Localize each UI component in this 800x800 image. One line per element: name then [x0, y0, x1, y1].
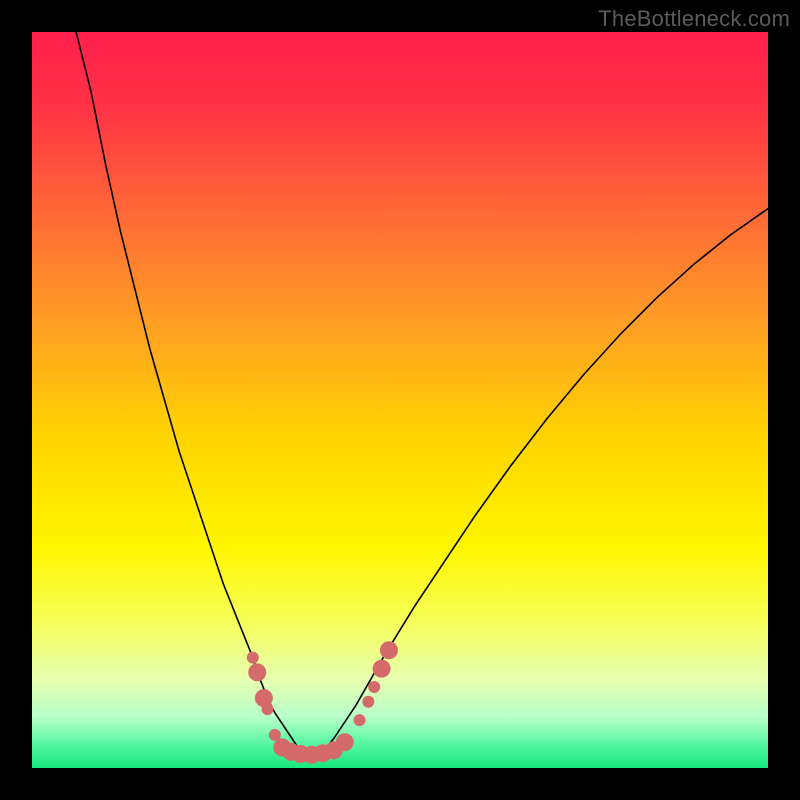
curve-marker: [336, 733, 354, 751]
gradient-background: [32, 32, 768, 768]
curve-marker: [354, 714, 366, 726]
curve-marker: [247, 652, 259, 664]
curve-marker: [373, 660, 391, 678]
curve-marker: [248, 663, 266, 681]
plot-area: [32, 32, 768, 768]
curve-marker: [262, 703, 274, 715]
curve-marker: [362, 696, 374, 708]
curve-marker: [368, 681, 380, 693]
bottleneck-chart-svg: [32, 32, 768, 768]
curve-marker: [380, 641, 398, 659]
outer-black-frame: TheBottleneck.com: [0, 0, 800, 800]
attribution-label: TheBottleneck.com: [598, 6, 790, 32]
